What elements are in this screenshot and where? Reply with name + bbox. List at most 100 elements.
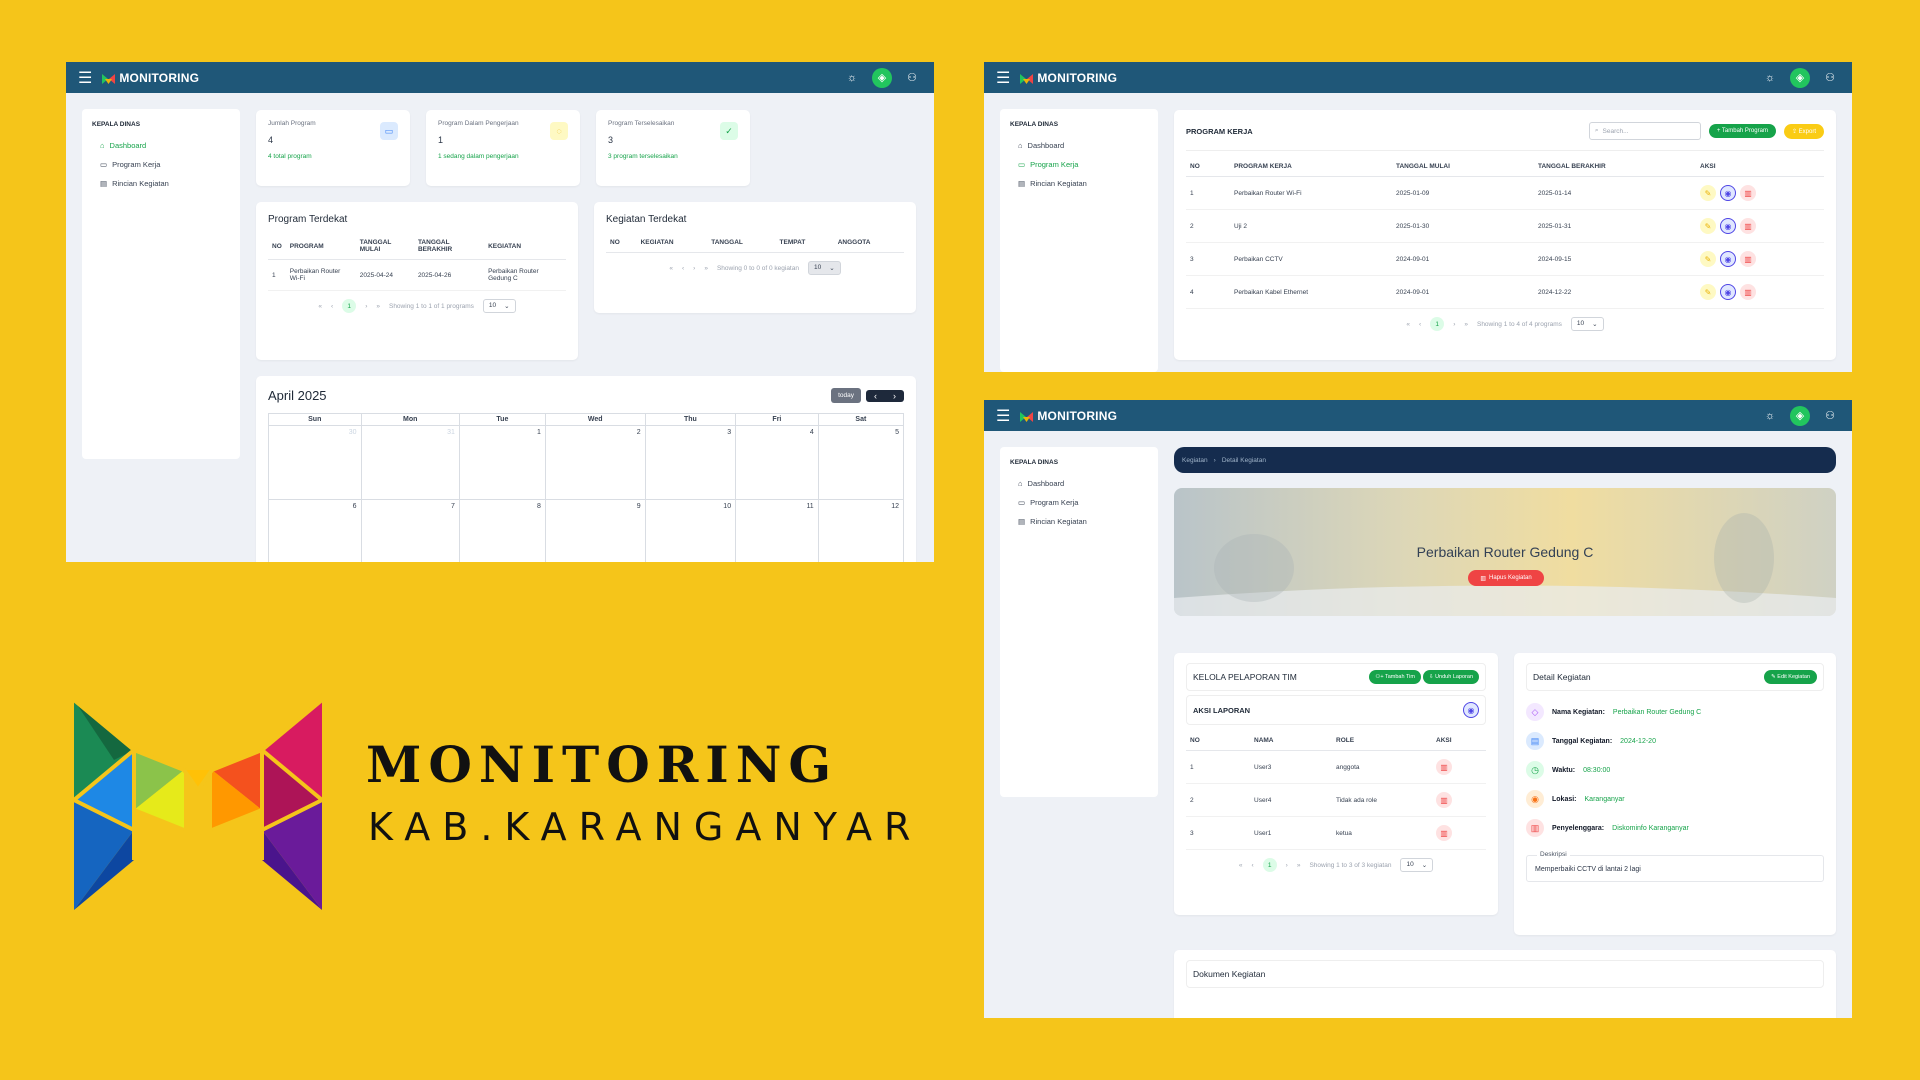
trash-icon[interactable]: ▥ [1436, 759, 1452, 775]
view-icon[interactable]: ◉ [1720, 251, 1736, 267]
prev-page-icon[interactable]: ‹ [1419, 321, 1421, 328]
next-page-icon[interactable]: › [365, 303, 367, 310]
edit-icon[interactable]: ✎ [1700, 284, 1716, 300]
view-icon[interactable]: ◉ [1720, 185, 1736, 201]
last-page-icon[interactable]: » [1297, 862, 1301, 869]
edit-kegiatan-button[interactable]: ✎ Edit Kegiatan [1764, 670, 1817, 684]
theme-icon[interactable]: ☼ [1760, 406, 1780, 426]
theme-icon[interactable]: ☼ [842, 68, 862, 88]
first-page-icon[interactable]: « [318, 303, 322, 310]
prev-page-icon[interactable]: ‹ [331, 303, 333, 310]
col-header[interactable]: NO [268, 233, 286, 260]
next-page-icon[interactable]: › [1453, 321, 1455, 328]
prev-page-icon[interactable]: ‹ [682, 265, 684, 272]
view-icon[interactable]: ◉ [1720, 284, 1736, 300]
day-cell[interactable]: 9 [544, 499, 646, 562]
menu-icon[interactable]: ☰ [996, 406, 1010, 426]
page-current[interactable]: 1 [342, 299, 357, 313]
sidebar-item-dashboard[interactable]: ⌂ Dashboard [92, 136, 230, 155]
breadcrumb-link[interactable]: Kegiatan [1182, 457, 1208, 464]
first-page-icon[interactable]: « [1406, 321, 1410, 328]
last-page-icon[interactable]: » [704, 265, 708, 272]
col-header[interactable]: PROGRAM KERJA [1230, 157, 1392, 177]
user-icon[interactable]: ⚇ [1820, 406, 1840, 426]
next-month-button[interactable]: › [885, 389, 904, 402]
menu-icon[interactable]: ☰ [996, 68, 1010, 88]
add-program-button[interactable]: + Tambah Program [1708, 124, 1776, 138]
day-cell[interactable]: 12 [817, 499, 905, 562]
col-header[interactable]: TANGGAL MULAI [1392, 157, 1534, 177]
day-cell[interactable]: 5 [817, 425, 905, 500]
add-team-button[interactable]: ⚇+ Tambah Tim [1369, 670, 1421, 684]
trash-icon[interactable]: ▥ [1740, 185, 1756, 201]
col-header[interactable]: TANGGAL BERAKHIR [1534, 157, 1696, 177]
first-page-icon[interactable]: « [1239, 862, 1243, 869]
menu-icon[interactable]: ☰ [78, 68, 92, 88]
edit-icon[interactable]: ✎ [1700, 185, 1716, 201]
user-icon[interactable]: ⚇ [1820, 68, 1840, 88]
next-page-icon[interactable]: › [693, 265, 695, 272]
prev-page-icon[interactable]: ‹ [1251, 862, 1253, 869]
search-input[interactable]: ⌕ Search... [1588, 122, 1701, 140]
day-cell[interactable]: 1 [458, 425, 546, 500]
sidebar-item-rincian-kegiatan[interactable]: ▤ Rincian Kegiatan [1010, 174, 1148, 193]
delete-kegiatan-button[interactable]: ▥ Hapus Kegiatan [1468, 570, 1544, 586]
day-cell[interactable]: 2 [544, 425, 646, 500]
day-cell[interactable]: 30 [268, 425, 362, 500]
day-cell[interactable]: 7 [360, 499, 460, 562]
day-cell[interactable]: 4 [735, 425, 819, 500]
sidebar-item-program-kerja[interactable]: ▭ Program Kerja [1010, 493, 1148, 512]
col-header[interactable]: NAMA [1250, 731, 1332, 751]
brand[interactable]: MONITORING [1020, 71, 1750, 85]
sidebar-item-dashboard[interactable]: ⌂ Dashboard [1010, 474, 1148, 493]
next-page-icon[interactable]: › [1286, 862, 1288, 869]
day-cell[interactable]: 3 [644, 425, 737, 500]
col-header[interactable]: ROLE [1332, 731, 1432, 751]
col-header[interactable]: TANGGAL BERAKHIR [413, 233, 485, 260]
day-cell[interactable]: 10 [644, 499, 737, 562]
sidebar-item-rincian-kegiatan[interactable]: ▤ Rincian Kegiatan [92, 174, 230, 193]
day-cell[interactable]: 31 [360, 425, 460, 500]
col-header[interactable]: TANGGAL [707, 233, 776, 253]
trash-icon[interactable]: ▥ [1436, 825, 1452, 841]
col-header[interactable]: TANGGAL MULAI [355, 233, 414, 260]
last-page-icon[interactable]: » [1464, 321, 1468, 328]
col-header[interactable]: NO [606, 233, 637, 253]
last-page-icon[interactable]: » [376, 303, 380, 310]
theme-icon[interactable]: ☼ [1760, 68, 1780, 88]
status-icon[interactable]: ◈ [1790, 405, 1810, 426]
prev-month-button[interactable]: ‹ [866, 389, 885, 402]
page-current[interactable]: 1 [1430, 317, 1445, 331]
trash-icon[interactable]: ▥ [1740, 251, 1756, 267]
sidebar-item-rincian-kegiatan[interactable]: ▤ Rincian Kegiatan [1010, 512, 1148, 531]
first-page-icon[interactable]: « [669, 265, 673, 272]
sidebar-item-dashboard[interactable]: ⌂ Dashboard [1010, 136, 1148, 155]
trash-icon[interactable]: ▥ [1740, 218, 1756, 234]
sidebar-item-program-kerja[interactable]: ▭ Program Kerja [92, 155, 230, 174]
status-icon[interactable]: ◈ [872, 67, 892, 88]
per-page-select[interactable]: 10 ⌄ [807, 261, 841, 275]
trash-icon[interactable]: ▥ [1436, 792, 1452, 808]
status-icon[interactable]: ◈ [1790, 67, 1810, 88]
col-header[interactable]: TEMPAT [775, 233, 834, 253]
day-cell[interactable]: 6 [268, 499, 362, 562]
brand[interactable]: MONITORING [1020, 409, 1750, 423]
col-header[interactable]: NO [1186, 731, 1250, 751]
page-current[interactable]: 1 [1262, 858, 1277, 872]
download-report-button[interactable]: ⇩ Unduh Laporan [1422, 670, 1479, 684]
view-icon[interactable]: ◉ [1720, 218, 1736, 234]
day-cell[interactable]: 11 [735, 499, 819, 562]
today-button[interactable]: today [831, 388, 861, 403]
day-cell[interactable]: 8 [458, 499, 546, 562]
view-icon[interactable]: ◉ [1463, 702, 1479, 718]
user-icon[interactable]: ⚇ [902, 68, 922, 88]
col-header[interactable]: PROGRAM [285, 233, 356, 260]
per-page-select[interactable]: 10 ⌄ [1400, 858, 1434, 872]
col-header[interactable]: KEGIATAN [636, 233, 708, 253]
per-page-select[interactable]: 10 ⌄ [482, 299, 516, 313]
trash-icon[interactable]: ▥ [1740, 284, 1756, 300]
export-button[interactable]: ⇪ Export [1783, 123, 1824, 139]
brand[interactable]: MONITORING [102, 71, 832, 85]
edit-icon[interactable]: ✎ [1700, 218, 1716, 234]
edit-icon[interactable]: ✎ [1700, 251, 1716, 267]
